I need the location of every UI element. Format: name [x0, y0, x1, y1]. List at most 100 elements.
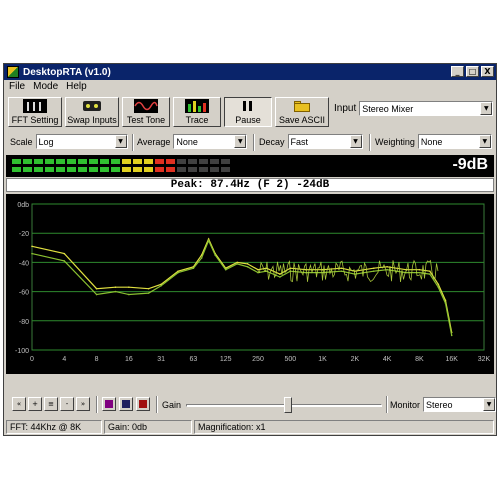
chevron-down-icon[interactable]: ▼ [114, 135, 127, 148]
x-tick-label: 1K [318, 356, 327, 363]
purple-swatch [105, 400, 113, 408]
divider [253, 134, 255, 151]
menu-file[interactable]: File [9, 81, 25, 95]
meter-led [56, 159, 65, 164]
monitor-label: Monitor [390, 399, 421, 410]
spectrum-point [224, 268, 227, 271]
sine-wave-icon [134, 99, 158, 113]
blue-swatch [122, 400, 130, 408]
input-label: Input [334, 103, 357, 114]
spectrum-point [418, 268, 421, 271]
x-tick-label: 250 [252, 356, 264, 363]
average-select[interactable]: None ▼ [173, 134, 248, 149]
meter-led [166, 167, 175, 172]
meter-led [100, 167, 109, 172]
menu-mode[interactable]: Mode [33, 81, 58, 95]
blue-trace-button[interactable] [119, 397, 133, 411]
divider [369, 134, 371, 151]
meter-led [177, 167, 186, 172]
meter-led [177, 159, 186, 164]
meter-led [89, 159, 98, 164]
decay-select[interactable]: Fast ▼ [287, 134, 363, 149]
meter-led [111, 159, 120, 164]
fft-setting-label: FFT Setting [11, 115, 59, 125]
trace-button[interactable]: Trace [173, 97, 221, 127]
meter-led [67, 159, 76, 164]
spectrum-point [31, 245, 33, 248]
close-button[interactable]: X [481, 66, 494, 77]
spectrum-point [160, 284, 162, 287]
red-trace-button[interactable] [136, 397, 150, 411]
weighting-select[interactable]: None ▼ [417, 134, 492, 149]
minimize-button[interactable]: _ [451, 66, 464, 77]
decay-label: Decay [259, 136, 285, 147]
x-tick-label: 8K [415, 356, 424, 363]
red-swatch [139, 400, 147, 408]
meter-led [34, 167, 43, 172]
fft-setting-button[interactable]: FFT Setting [8, 97, 62, 127]
input-value: Stereo Mixer [362, 103, 414, 114]
x-tick-label: 16 [125, 356, 133, 363]
spectrum-point [200, 257, 203, 259]
maximize-button[interactable]: □ [466, 66, 479, 77]
spectrum-point [147, 287, 150, 290]
gain-slider-track[interactable] [186, 397, 382, 413]
spectrum-point [128, 293, 130, 296]
y-tick-label: -100 [15, 348, 29, 355]
scale-label: Scale [10, 136, 33, 147]
x-tick-label: 4 [62, 356, 66, 363]
zoom-out-button[interactable]: - [60, 397, 74, 411]
meter-led [89, 167, 98, 172]
average-label: Average [137, 136, 171, 147]
chevron-down-icon[interactable]: ▼ [234, 135, 247, 148]
spectrum-point [63, 260, 66, 262]
menu-help[interactable]: Help [66, 81, 87, 95]
spectrum-point [31, 252, 33, 255]
meter-led [221, 159, 230, 164]
x-tick-label: 4K [383, 356, 392, 363]
swap-inputs-button[interactable]: Swap Inputs [65, 97, 119, 127]
meter-led [12, 159, 21, 164]
folder-icon [290, 99, 314, 113]
chevron-down-icon[interactable]: ▼ [349, 135, 362, 148]
spectrum-point [147, 292, 150, 294]
save-ascii-button[interactable]: Save ASCII [275, 97, 329, 127]
decay-control: Decay Fast ▼ [259, 134, 363, 149]
y-tick-label: -60 [19, 290, 29, 297]
chevron-down-icon[interactable]: ▼ [478, 135, 491, 148]
test-tone-button[interactable]: Test Tone [122, 97, 170, 127]
app-icon [7, 66, 19, 78]
x-tick-label: 8 [95, 356, 99, 363]
meter-led [210, 167, 219, 172]
meter-led [133, 159, 142, 164]
purple-trace-button[interactable] [102, 397, 116, 411]
meter-led [111, 167, 120, 172]
pause-label: Pause [235, 115, 261, 125]
forward-button[interactable]: » [76, 397, 90, 411]
menu-bar: File Mode Help [6, 81, 87, 95]
status-gain: Gain: 0db [104, 420, 192, 434]
spectrum-svg: 0db -20 -40 -60 -80 -1000 4 8 16 31 63 125 250 500 1K 2… [15, 202, 491, 363]
reset-button[interactable]: ≡ [44, 397, 58, 411]
divider [132, 134, 134, 151]
monitor-select[interactable]: Stereo ▼ [423, 397, 497, 412]
chevron-down-icon[interactable]: ▼ [483, 398, 496, 411]
meter-led [78, 167, 87, 172]
chevron-down-icon[interactable]: ▼ [480, 102, 493, 115]
zoom-in-button[interactable]: + [28, 397, 42, 411]
pause-button[interactable]: Pause [224, 97, 272, 127]
spectrum-plot[interactable]: 0db -20 -40 -60 -80 -100 0 4 8 16 31 63 125 250 500 1K 2… [6, 194, 494, 374]
x-tick-label: 32K [478, 356, 491, 363]
average-control: Average None ▼ [137, 134, 248, 149]
meter-led [144, 159, 153, 164]
gain-slider-thumb[interactable] [283, 397, 292, 413]
meter-led [155, 167, 164, 172]
meter-led [188, 159, 197, 164]
spectrum-icon [185, 99, 209, 113]
weighting-control: Weighting None ▼ [375, 134, 492, 149]
input-select[interactable]: Stereo Mixer ▼ [359, 101, 494, 116]
title-bar[interactable]: DesktopRTA (v1.0) _ □ X [4, 64, 496, 80]
meter-led [122, 159, 131, 164]
rewind-button[interactable]: « [12, 397, 26, 411]
scale-select[interactable]: Log ▼ [35, 134, 128, 149]
